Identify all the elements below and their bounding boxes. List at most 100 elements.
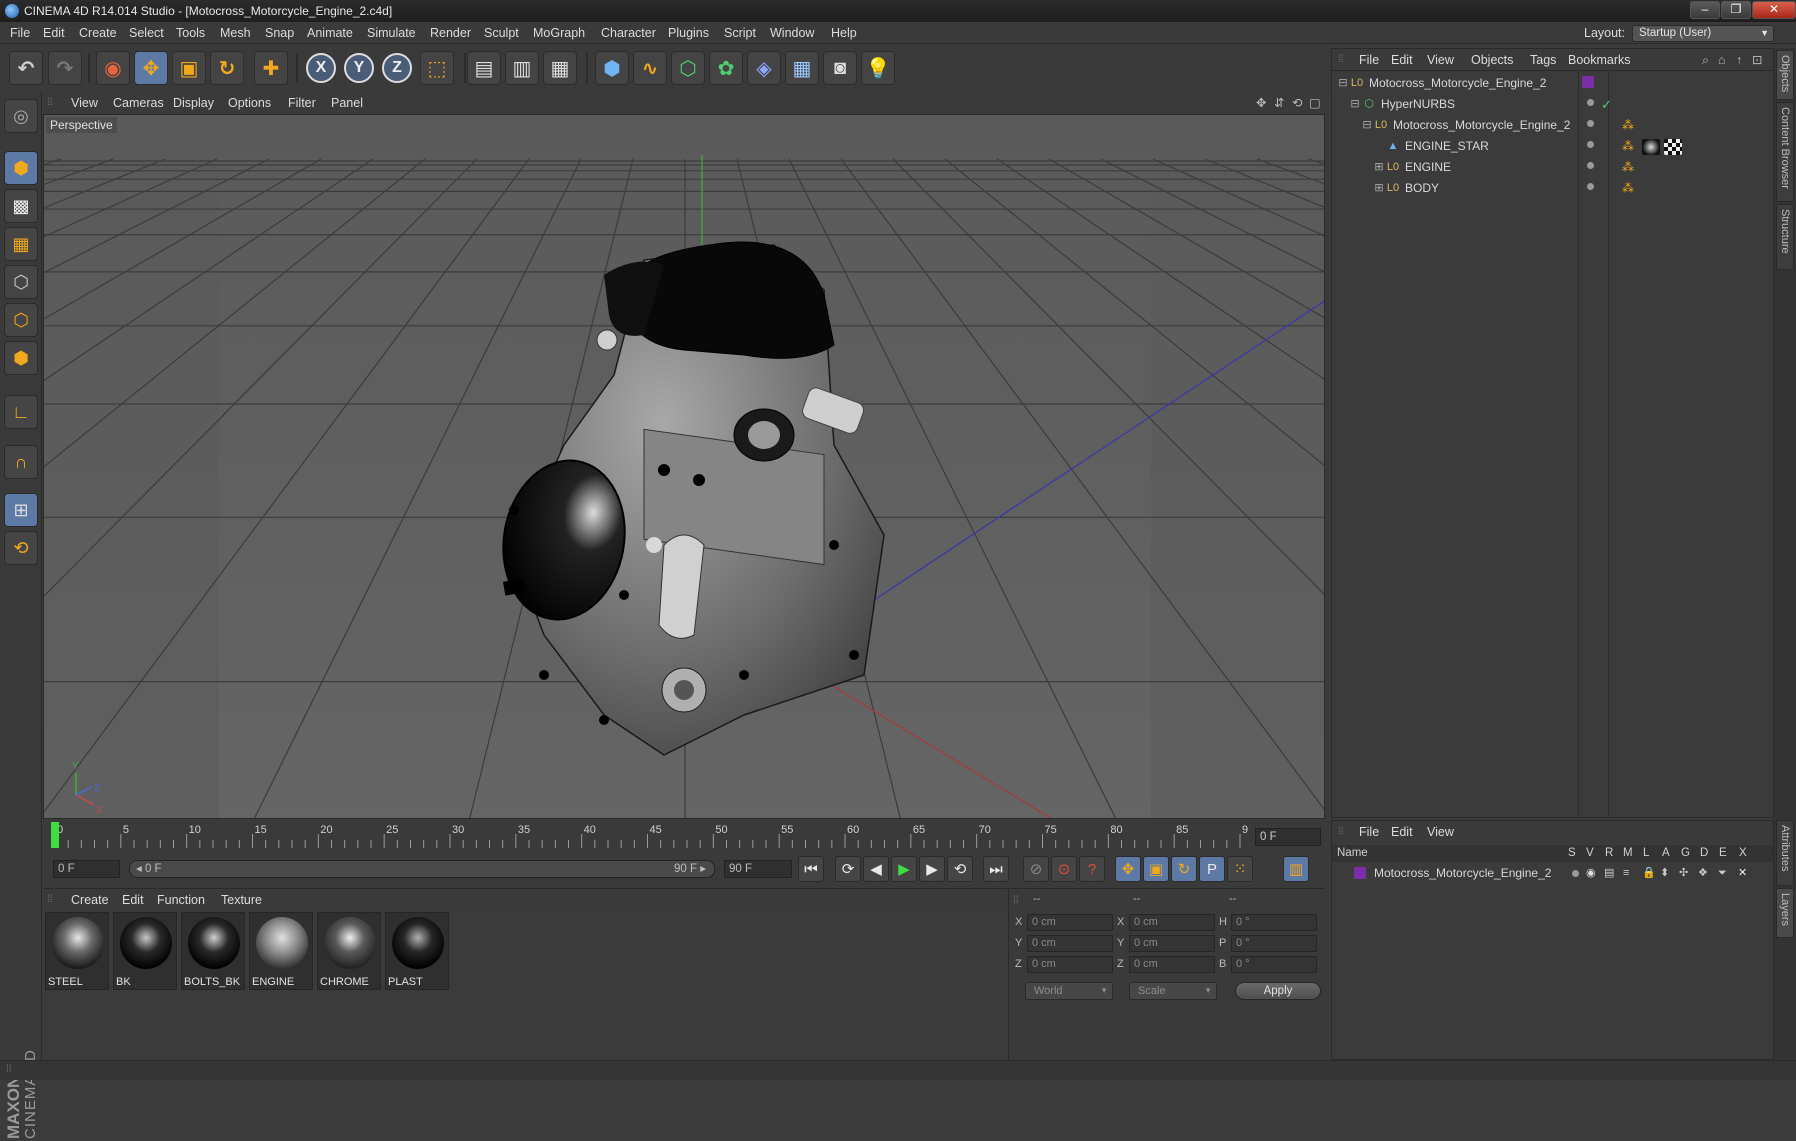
tab-content-browser[interactable]: Content Browser xyxy=(1776,102,1794,202)
playhead[interactable] xyxy=(51,822,59,848)
play-button[interactable]: ▶ xyxy=(891,856,917,882)
viewport-menu-cameras[interactable]: Cameras xyxy=(113,92,164,114)
objects-menu-view[interactable]: View xyxy=(1427,49,1454,71)
objects-menu-objects[interactable]: Objects xyxy=(1471,49,1513,71)
magnet-snap-button[interactable]: ∩ xyxy=(4,445,38,479)
menu-window[interactable]: Window xyxy=(770,22,814,44)
workplane-lock-button[interactable]: ⊞ xyxy=(4,493,38,527)
menu-tools[interactable]: Tools xyxy=(176,22,205,44)
column-locked[interactable]: L xyxy=(1643,845,1649,862)
previous-frame-button[interactable]: ◀ xyxy=(863,856,889,882)
expand-icon[interactable]: ⊞ xyxy=(1372,160,1386,174)
animation-icon[interactable]: ⬍ xyxy=(1660,863,1669,883)
points-mode-button[interactable]: ⬡ xyxy=(4,265,38,299)
render-icon[interactable]: ▤ xyxy=(1604,863,1614,883)
new-view-icon[interactable]: ⊡ xyxy=(1752,49,1762,71)
layer-row[interactable]: Motocross_Motorcycle_Engine_2 ◉ ▤ ≡ 🔒 ⬍ … xyxy=(1332,863,1773,883)
collapse-icon[interactable]: ⊟ xyxy=(1360,118,1374,132)
go-to-end-button[interactable]: ⏭ xyxy=(983,856,1009,882)
rot-b-field[interactable]: 0 ° xyxy=(1231,956,1317,973)
spline-button[interactable]: ∿ xyxy=(633,51,667,85)
menu-select[interactable]: Select xyxy=(129,22,164,44)
cube-object-button[interactable]: ⬢ xyxy=(595,51,629,85)
tab-objects[interactable]: Objects xyxy=(1776,50,1794,100)
deformer-icon[interactable]: ❖ xyxy=(1698,863,1708,883)
phong-tag-icon[interactable]: ⁂ xyxy=(1622,115,1634,136)
mograph-cloner-button[interactable]: ✿ xyxy=(709,51,743,85)
editor-visibility-dot[interactable] xyxy=(1587,141,1594,148)
live-selection-button[interactable]: ◉ xyxy=(96,51,130,85)
redo-button[interactable]: ↷ xyxy=(48,51,82,85)
tab-structure[interactable]: Structure xyxy=(1776,204,1794,270)
object-row-engine-group[interactable]: ⊟ L0 Motocross_Motorcycle_Engine_2 ⁂ xyxy=(1332,115,1773,136)
material-bk[interactable]: BK xyxy=(113,912,177,990)
size-mode-dropdown[interactable]: Scale ▼ xyxy=(1129,982,1217,1000)
menu-snap[interactable]: Snap xyxy=(265,22,294,44)
make-editable-button[interactable]: ◎ xyxy=(4,99,38,133)
edges-mode-button[interactable]: ⬡ xyxy=(4,303,38,337)
menu-simulate[interactable]: Simulate xyxy=(367,22,416,44)
menu-edit[interactable]: Edit xyxy=(43,22,65,44)
autokey-button[interactable]: ⊘ xyxy=(1023,856,1049,882)
close-button[interactable]: ✕ xyxy=(1752,1,1796,19)
column-generators[interactable]: G xyxy=(1681,845,1690,862)
pos-z-field[interactable]: 0 cm xyxy=(1027,956,1113,973)
solo-toggle-dot[interactable] xyxy=(1572,870,1579,877)
viewport-move-icon[interactable]: ✥ xyxy=(1256,92,1266,114)
material-bolts-bk[interactable]: BOLTS_BK xyxy=(181,912,245,990)
rot-p-field[interactable]: 0 ° xyxy=(1231,935,1317,952)
record-key-button[interactable]: ⊙ xyxy=(1051,856,1077,882)
current-frame-field[interactable]: 0 F xyxy=(1255,828,1321,846)
expression-icon[interactable]: ⏷ xyxy=(1718,863,1727,883)
xref-icon[interactable]: ✕ xyxy=(1738,863,1747,883)
material-chrome[interactable]: CHROME xyxy=(317,912,381,990)
editor-visibility-dot[interactable] xyxy=(1587,120,1594,127)
material-menu-texture[interactable]: Texture xyxy=(221,889,262,911)
axis-mode-button[interactable]: ∟ xyxy=(4,395,38,429)
model-mode-button[interactable]: ⬢ xyxy=(4,151,38,185)
material-plast[interactable]: PLAST xyxy=(385,912,449,990)
frame-range-slider[interactable]: ◂ 0 F 90 F ▸ xyxy=(129,860,715,878)
object-row-root[interactable]: ⊟ L0 Motocross_Motorcycle_Engine_2 xyxy=(1332,73,1773,94)
manager-icon[interactable]: ≡ xyxy=(1623,863,1629,883)
texture-mode-button[interactable]: ▩ xyxy=(4,189,38,223)
column-deformers[interactable]: D xyxy=(1700,845,1708,862)
layer-color-swatch[interactable] xyxy=(1582,76,1594,88)
go-to-start-button[interactable]: ⏮ xyxy=(798,856,824,882)
object-row-engine-star[interactable]: ▲ ENGINE_STAR ⁂ xyxy=(1332,136,1773,157)
keyframe-selection-button[interactable]: ? xyxy=(1079,856,1105,882)
enabled-check-icon[interactable]: ✓ xyxy=(1601,94,1612,115)
viewport-menu-panel[interactable]: Panel xyxy=(331,92,363,114)
column-manager[interactable]: M xyxy=(1623,845,1633,862)
position-key-button[interactable]: ✥ xyxy=(1115,856,1141,882)
rot-h-field[interactable]: 0 ° xyxy=(1231,914,1317,931)
size-z-field[interactable]: 0 cm xyxy=(1129,956,1215,973)
phong-tag-icon[interactable]: ⁂ xyxy=(1622,136,1634,157)
editor-visibility-dot[interactable] xyxy=(1587,162,1594,169)
start-frame-field[interactable]: 0 F xyxy=(53,860,120,878)
viewport-rotate-icon[interactable]: ⟲ xyxy=(1292,92,1302,114)
object-row-engine[interactable]: ⊞ L0 ENGINE ⁂ xyxy=(1332,157,1773,178)
phong-tag-icon[interactable]: ⁂ xyxy=(1622,178,1634,199)
editor-visibility-dot[interactable] xyxy=(1587,183,1594,190)
menu-sculpt[interactable]: Sculpt xyxy=(484,22,519,44)
collapse-icon[interactable]: ⊟ xyxy=(1348,97,1362,111)
scale-tool-button[interactable]: ▣ xyxy=(172,51,206,85)
viewport-zoom-icon[interactable]: ⇵ xyxy=(1274,92,1284,114)
x-axis-lock-button[interactable]: X xyxy=(306,53,336,83)
menu-script[interactable]: Script xyxy=(724,22,756,44)
locked-workplane-button[interactable]: ⟲ xyxy=(4,531,38,565)
viewport-menu-options[interactable]: Options xyxy=(228,92,271,114)
editor-visibility-dot[interactable] xyxy=(1587,99,1594,106)
material-menu-edit[interactable]: Edit xyxy=(122,889,144,911)
texture-tag-icon[interactable] xyxy=(1664,139,1682,155)
rotate-tool-button[interactable]: ↻ xyxy=(210,51,244,85)
layer-menu-file[interactable]: File xyxy=(1359,821,1379,843)
y-axis-lock-button[interactable]: Y xyxy=(344,53,374,83)
objects-menu-bookmarks[interactable]: Bookmarks xyxy=(1568,49,1631,71)
material-tag-icon[interactable] xyxy=(1642,139,1660,155)
loop-button[interactable]: ⟳ xyxy=(835,856,861,882)
coordinate-system-button[interactable]: ⬚ xyxy=(420,51,454,85)
column-view[interactable]: V xyxy=(1586,845,1594,862)
render-settings-button[interactable]: ▦ xyxy=(543,51,577,85)
